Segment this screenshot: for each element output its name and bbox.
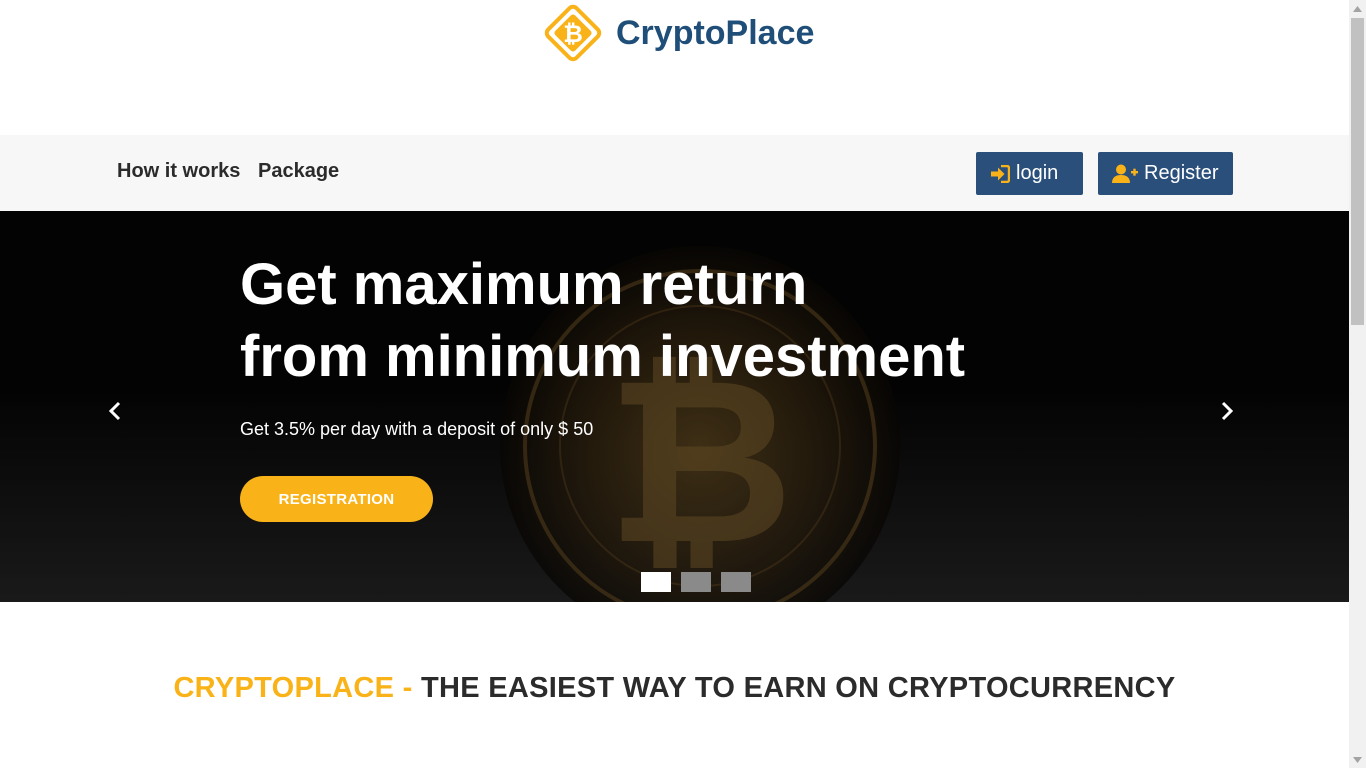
login-label: login xyxy=(1016,162,1059,184)
caret-down-icon xyxy=(1353,756,1362,763)
slider-next-button[interactable] xyxy=(1217,399,1237,423)
registration-button[interactable]: REGISTRATION xyxy=(240,476,433,522)
chevron-left-icon xyxy=(108,401,121,421)
slider-prev-button[interactable] xyxy=(105,399,125,423)
hero-subtitle: Get 3.5% per day with a deposit of only … xyxy=(240,419,594,439)
page-scrollbar[interactable] xyxy=(1349,0,1366,768)
caret-up-icon xyxy=(1353,5,1362,12)
nav-link-how-it-works[interactable]: How it works xyxy=(117,160,240,183)
hero-slider: ₿ Get maximum return from minimum invest… xyxy=(0,211,1349,602)
brand-logo[interactable]: ₿ CryptoPlace xyxy=(540,0,814,66)
heading-brand: CRYPTOPLACE - xyxy=(173,672,421,704)
section-heading: CRYPTOPLACE - THE EASIEST WAY TO EARN ON… xyxy=(0,672,1349,705)
svg-text:₿: ₿ xyxy=(563,21,583,48)
header: ₿ CryptoPlace xyxy=(0,0,1349,135)
slider-indicator-3[interactable] xyxy=(721,572,751,592)
hero-title-line-1: Get maximum return xyxy=(240,252,808,317)
page: ₿ CryptoPlace How it works Package login xyxy=(0,0,1349,768)
nav-link-package[interactable]: Package xyxy=(258,160,339,183)
hero-title-line-2: from minimum investment xyxy=(240,324,966,389)
login-button[interactable]: login xyxy=(976,152,1083,195)
navbar: How it works Package login Register xyxy=(0,135,1349,211)
slider-indicator-1[interactable] xyxy=(641,572,671,592)
bitcoin-diamond-icon: ₿ xyxy=(540,0,606,66)
heading-text: THE EASIEST WAY TO EARN ON CRYPTOCURRENC… xyxy=(420,672,1176,704)
user-plus-icon xyxy=(1112,164,1138,184)
brand-name: CryptoPlace xyxy=(616,13,815,52)
register-label: Register xyxy=(1144,162,1219,184)
scrollbar-thumb[interactable] xyxy=(1351,18,1364,325)
chevron-right-icon xyxy=(1221,401,1234,421)
scroll-down-button[interactable] xyxy=(1349,751,1366,768)
scroll-up-button[interactable] xyxy=(1349,0,1366,17)
sign-in-icon xyxy=(990,164,1010,183)
register-button[interactable]: Register xyxy=(1098,152,1233,195)
hero-title: Get maximum return from minimum investme… xyxy=(240,249,965,393)
slider-indicators xyxy=(641,572,761,592)
slider-indicator-2[interactable] xyxy=(681,572,711,592)
